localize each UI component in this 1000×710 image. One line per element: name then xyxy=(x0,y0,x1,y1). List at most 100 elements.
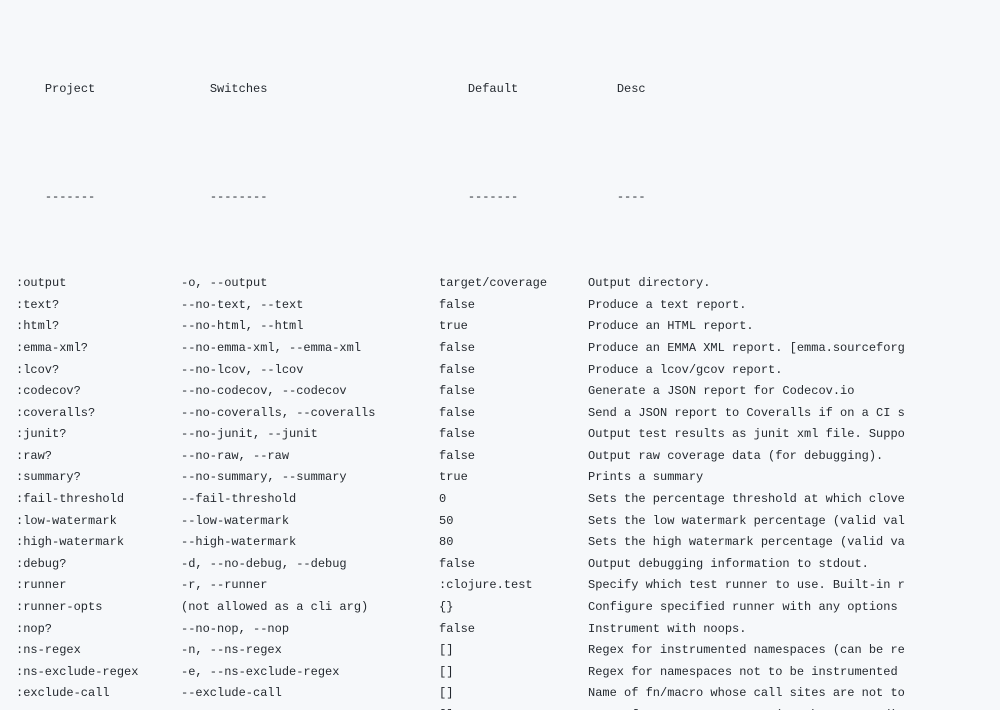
cell-switches: -d, --no-debug, --debug xyxy=(181,554,439,576)
table-row: :low-watermark--low-watermark50Sets the … xyxy=(16,511,1000,533)
cell-switches: --no-emma-xml, --emma-xml xyxy=(181,338,439,360)
table-row: :test-ns-regex-t, --test-ns-regex[]Regex… xyxy=(16,705,1000,710)
cell-default: target/coverage xyxy=(439,273,588,295)
table-row: :output-o, --outputtarget/coverageOutput… xyxy=(16,273,1000,295)
cell-switches: -o, --output xyxy=(181,273,439,295)
cell-project: :runner-opts xyxy=(16,597,181,619)
table-row: :text?--no-text, --textfalseProduce a te… xyxy=(16,295,1000,317)
cell-desc: Sets the low watermark percentage (valid… xyxy=(588,511,905,533)
cell-desc: Output directory. xyxy=(588,273,710,295)
cell-default: true xyxy=(439,467,588,489)
cell-switches: --no-raw, --raw xyxy=(181,446,439,468)
header-project: Project xyxy=(45,79,210,101)
header-underline: -------------------------- xyxy=(16,165,1000,230)
cell-desc: Produce an HTML report. xyxy=(588,316,754,338)
cell-default: [] xyxy=(439,640,588,662)
header-row: ProjectSwitchesDefaultDesc xyxy=(16,57,1000,122)
underline-default: ------- xyxy=(468,187,617,209)
cell-default: false xyxy=(439,446,588,468)
cell-project: :fail-threshold xyxy=(16,489,181,511)
cell-default: false xyxy=(439,381,588,403)
cell-project: :runner xyxy=(16,575,181,597)
cell-default: 80 xyxy=(439,532,588,554)
cell-desc: Send a JSON report to Coveralls if on a … xyxy=(588,403,905,425)
cell-default: {} xyxy=(439,597,588,619)
cell-project: :raw? xyxy=(16,446,181,468)
cell-default: [] xyxy=(439,662,588,684)
cell-desc: Instrument with noops. xyxy=(588,619,746,641)
cell-desc: Produce a text report. xyxy=(588,295,746,317)
cell-desc: Produce an EMMA XML report. [emma.source… xyxy=(588,338,905,360)
table-row: :summary?--no-summary, --summarytruePrin… xyxy=(16,467,1000,489)
cell-switches: --no-text, --text xyxy=(181,295,439,317)
table-row: :emma-xml?--no-emma-xml, --emma-xmlfalse… xyxy=(16,338,1000,360)
cell-project: :ns-exclude-regex xyxy=(16,662,181,684)
cell-desc: Regex for namespaces not to be instrumen… xyxy=(588,662,905,684)
cell-project: :output xyxy=(16,273,181,295)
cell-desc: Name of fn/macro whose call sites are no… xyxy=(588,683,905,705)
cell-project: :summary? xyxy=(16,467,181,489)
table-row: :codecov?--no-codecov, --codecovfalseGen… xyxy=(16,381,1000,403)
table-row: :debug?-d, --no-debug, --debugfalseOutpu… xyxy=(16,554,1000,576)
underline-switches: -------- xyxy=(210,187,468,209)
table-row: :nop?--no-nop, --nopfalseInstrument with… xyxy=(16,619,1000,641)
cell-switches: --exclude-call xyxy=(181,683,439,705)
cell-default: false xyxy=(439,360,588,382)
cell-default: false xyxy=(439,424,588,446)
cell-default: 50 xyxy=(439,511,588,533)
cell-project: :codecov? xyxy=(16,381,181,403)
cell-desc: Configure specified runner with any opti… xyxy=(588,597,905,619)
table-row: :html?--no-html, --htmltrueProduce an HT… xyxy=(16,316,1000,338)
cell-switches: --high-watermark xyxy=(181,532,439,554)
cell-switches: --low-watermark xyxy=(181,511,439,533)
header-default: Default xyxy=(468,79,617,101)
cell-switches: --no-coveralls, --coveralls xyxy=(181,403,439,425)
cell-project: :low-watermark xyxy=(16,511,181,533)
cell-desc: Sets the percentage threshold at which c… xyxy=(588,489,905,511)
cell-switches: --no-summary, --summary xyxy=(181,467,439,489)
cell-default: :clojure.test xyxy=(439,575,588,597)
cell-desc: Prints a summary xyxy=(588,467,703,489)
cell-project: :high-watermark xyxy=(16,532,181,554)
table-row: :runner-r, --runner:clojure.testSpecify … xyxy=(16,575,1000,597)
table-row: :ns-regex-n, --ns-regex[]Regex for instr… xyxy=(16,640,1000,662)
underline-desc: ---- xyxy=(617,187,646,209)
cell-desc: Output debugging information to stdout. xyxy=(588,554,869,576)
table-row: :junit?--no-junit, --junitfalseOutput te… xyxy=(16,424,1000,446)
cell-switches: (not allowed as a cli arg) xyxy=(181,597,439,619)
cell-desc: Produce a lcov/gcov report. xyxy=(588,360,782,382)
cell-project: :ns-regex xyxy=(16,640,181,662)
cell-desc: Generate a JSON report for Codecov.io xyxy=(588,381,854,403)
cell-switches: -t, --test-ns-regex xyxy=(181,705,439,710)
table-row: :runner-opts(not allowed as a cli arg){}… xyxy=(16,597,1000,619)
cli-help-table: ProjectSwitchesDefaultDesc -------------… xyxy=(0,0,1000,710)
cell-switches: --no-lcov, --lcov xyxy=(181,360,439,382)
cell-switches: --fail-threshold xyxy=(181,489,439,511)
cell-switches: --no-html, --html xyxy=(181,316,439,338)
table-row: :exclude-call--exclude-call[]Name of fn/… xyxy=(16,683,1000,705)
cell-project: :nop? xyxy=(16,619,181,641)
cell-switches: -e, --ns-exclude-regex xyxy=(181,662,439,684)
cell-project: :test-ns-regex xyxy=(16,705,181,710)
cell-project: :coveralls? xyxy=(16,403,181,425)
cell-desc: Output raw coverage data (for debugging)… xyxy=(588,446,883,468)
cell-project: :html? xyxy=(16,316,181,338)
cell-desc: Sets the high watermark percentage (vali… xyxy=(588,532,905,554)
cell-project: :emma-xml? xyxy=(16,338,181,360)
cell-desc: Regex for test namespaces (can be repeat… xyxy=(588,705,905,710)
table-row: :ns-exclude-regex-e, --ns-exclude-regex[… xyxy=(16,662,1000,684)
cell-default: 0 xyxy=(439,489,588,511)
table-row: :high-watermark--high-watermark80Sets th… xyxy=(16,532,1000,554)
cell-project: :exclude-call xyxy=(16,683,181,705)
cell-switches: --no-nop, --nop xyxy=(181,619,439,641)
cell-default: false xyxy=(439,554,588,576)
cell-default: false xyxy=(439,403,588,425)
table-row: :fail-threshold--fail-threshold0Sets the… xyxy=(16,489,1000,511)
header-switches: Switches xyxy=(210,79,468,101)
cell-default: [] xyxy=(439,705,588,710)
cell-project: :text? xyxy=(16,295,181,317)
table-row: :raw?--no-raw, --rawfalseOutput raw cove… xyxy=(16,446,1000,468)
cell-default: false xyxy=(439,295,588,317)
underline-project: ------- xyxy=(45,187,210,209)
cell-project: :debug? xyxy=(16,554,181,576)
